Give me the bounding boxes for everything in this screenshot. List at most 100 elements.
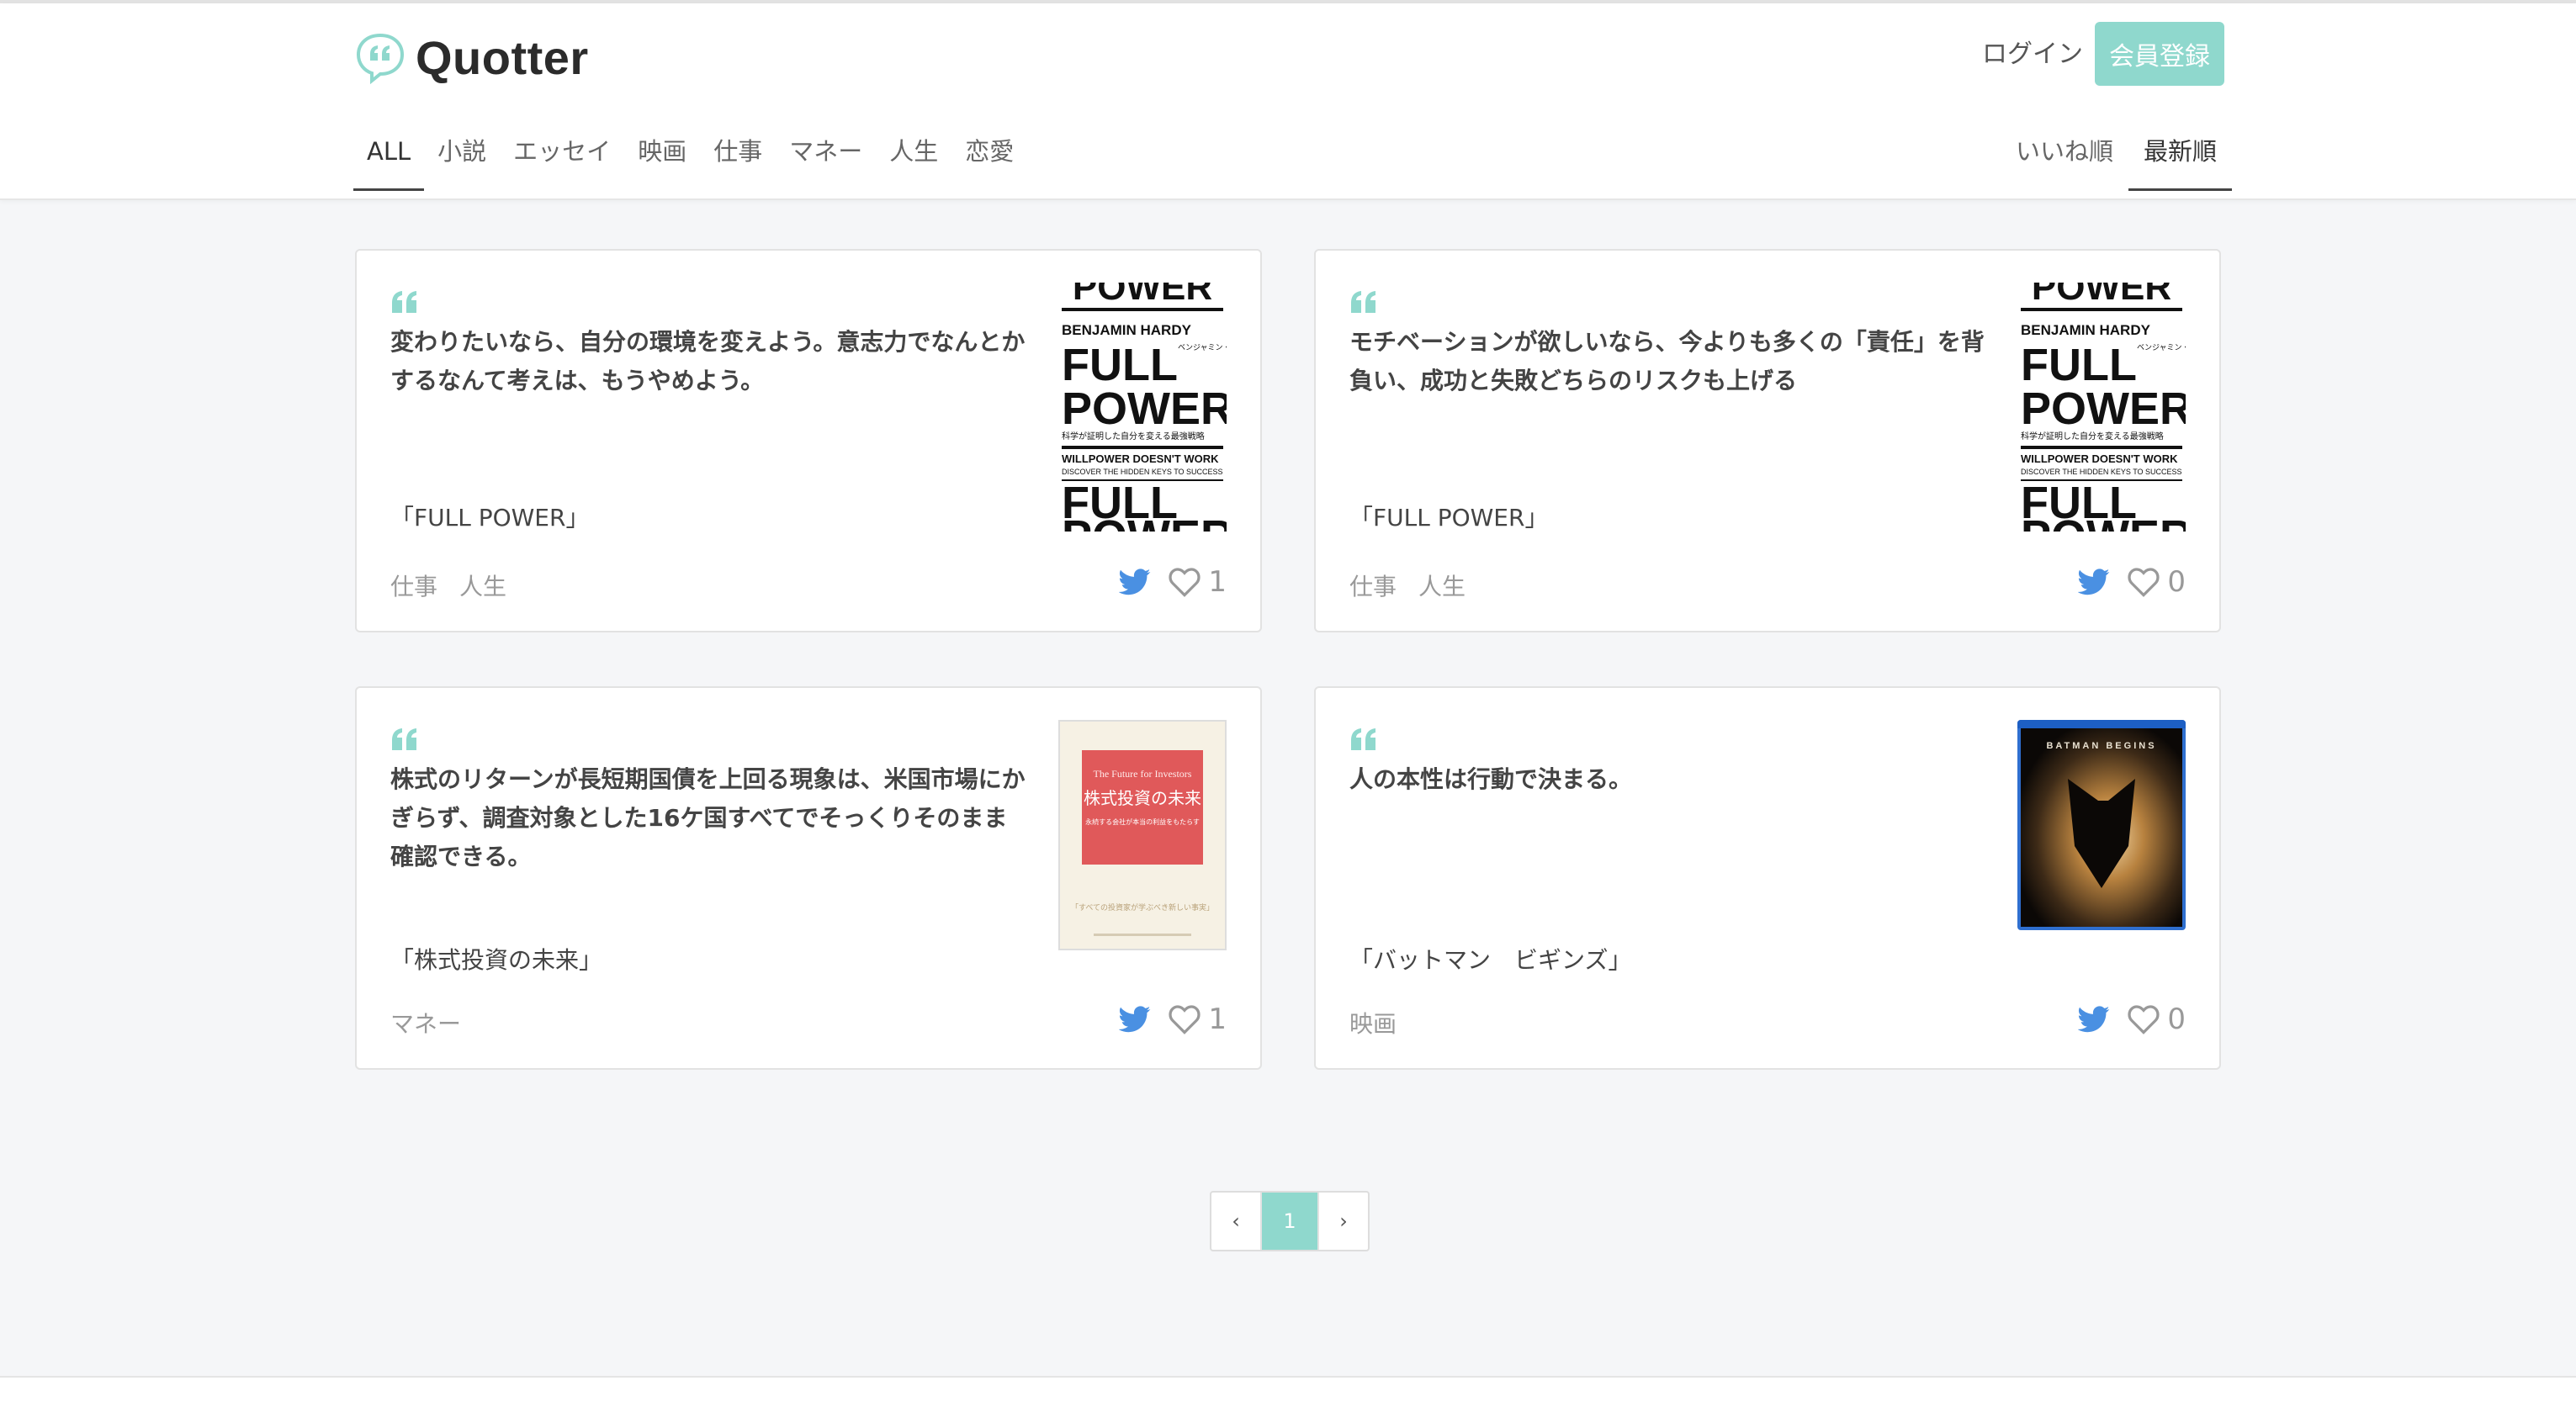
tab-movie[interactable]: 映画	[624, 124, 700, 188]
heart-icon	[2128, 1005, 2160, 1034]
tag-list: 仕事 人生	[1349, 569, 1466, 602]
heart-icon	[2128, 568, 2160, 597]
sort-by-latest[interactable]: 最新順	[2128, 124, 2233, 191]
book-cover[interactable]: BATMAN BEGINS	[2017, 720, 2186, 930]
cover-text: 科学が証明した自分を変える最強戦略	[2021, 431, 2164, 442]
tag[interactable]: 人生	[459, 569, 506, 602]
book-cover-image: The Future for Investors 株式投資の未来 永続する会社が…	[1060, 722, 1225, 949]
card-actions: 1	[1119, 1002, 1227, 1036]
cover-text: BATMAN BEGINS	[2046, 741, 2156, 751]
tag-list: 仕事 人生	[390, 569, 506, 602]
cover-text: The Future for Investors	[1094, 768, 1192, 780]
tab-novel[interactable]: 小説	[424, 124, 500, 188]
heart-icon	[1169, 568, 1201, 597]
book-title[interactable]: 「株式投資の未来」	[390, 942, 602, 976]
cover-text: POWER	[2021, 511, 2186, 532]
like-count: 0	[2167, 565, 2186, 599]
book-cover[interactable]: POWER BENJAMIN HARDY ベンジャミン・ハーディ FULL PO…	[2017, 283, 2186, 532]
book-title[interactable]: 「FULL POWER」	[1349, 500, 1548, 533]
brand-name: Quotter	[416, 30, 589, 84]
quote-mark-icon	[392, 728, 416, 750]
like-button[interactable]: 0	[2127, 565, 2186, 599]
twitter-icon[interactable]	[2078, 568, 2110, 596]
category-tabs: ALL 小説 エッセイ 映画 仕事 マネー 人生 恋愛	[353, 124, 1027, 192]
heart-icon	[1169, 1005, 1201, 1034]
cover-text: 株式投資の未来	[1084, 788, 1201, 808]
cover-text: POWER	[1062, 384, 1227, 434]
cover-text: 永続する会社が本当の利益をもたらす	[1085, 817, 1200, 826]
quote-text: モチベーションが欲しいなら、今よりも多くの「責任」を背負い、成功と失敗どちらのリ…	[1349, 328, 1985, 394]
cover-text: WILLPOWER DOESN'T WORK	[1062, 452, 1219, 465]
sort-tabs: いいね順 最新順	[2001, 124, 2233, 192]
footer	[0, 1376, 2576, 1423]
book-cover-image: POWER BENJAMIN HARDY ベンジャミン・ハーディ FULL PO…	[1058, 283, 1227, 532]
tag[interactable]: マネー	[390, 1006, 461, 1039]
like-count: 0	[2167, 1002, 2186, 1036]
tag-list: マネー	[390, 1006, 461, 1039]
movie-cover-image: BATMAN BEGINS	[2017, 720, 2186, 930]
quote-card[interactable]: モチベーションが欲しいなら、今よりも多くの「責任」を背負い、成功と失敗どちらのリ…	[1314, 249, 2221, 632]
quote-mark-icon	[1351, 291, 1375, 313]
quote-mark-icon	[392, 291, 416, 313]
twitter-icon[interactable]	[1119, 568, 1151, 596]
like-button[interactable]: 1	[1168, 565, 1227, 599]
tab-love[interactable]: 恋愛	[951, 124, 1027, 188]
cover-text: WILLPOWER DOESN'T WORK	[2021, 452, 2178, 465]
cover-text: DISCOVER THE HIDDEN KEYS TO SUCCESS	[2021, 468, 2182, 476]
quote-text: 人の本性は行動で決まる。	[1349, 765, 1633, 793]
login-link[interactable]: ログイン	[1982, 34, 2083, 76]
tag[interactable]: 人生	[1418, 569, 1466, 602]
card-actions: 0	[2078, 565, 2186, 599]
signup-button[interactable]: 会員登録	[2095, 22, 2224, 86]
tag[interactable]: 仕事	[1349, 569, 1397, 602]
book-cover[interactable]: The Future for Investors 株式投資の未来 永続する会社が…	[1058, 720, 1227, 950]
tab-all[interactable]: ALL	[353, 124, 425, 191]
quote-card[interactable]: 変わりたいなら、自分の環境を変えよう。意志力でなんとかするなんて考えは、もうやめ…	[355, 249, 1262, 632]
tab-work[interactable]: 仕事	[700, 124, 776, 188]
cover-text: FULL	[2021, 340, 2137, 390]
book-cover-image: POWER BENJAMIN HARDY ベンジャミン・ハーディ FULL PO…	[2017, 283, 2186, 532]
cover-text: BENJAMIN HARDY	[1062, 322, 1192, 338]
site-header: Quotter ログイン 会員登録 ALL 小説 エッセイ 映画 仕事 マネー …	[0, 3, 2576, 200]
cover-text: 「すべての投資家が学ぶべき新しい事実」	[1071, 902, 1214, 913]
quote-card[interactable]: 人の本性は行動で決まる。 「バットマン ビギンズ」 映画 0 BATMAN BE…	[1314, 686, 2221, 1070]
cover-text: POWER	[1073, 283, 1212, 308]
book-title[interactable]: 「バットマン ビギンズ」	[1349, 942, 1631, 976]
tab-essay[interactable]: エッセイ	[500, 124, 624, 188]
tab-life[interactable]: 人生	[876, 124, 951, 188]
cover-text: ベンジャミン・ハーディ	[2137, 342, 2186, 352]
tab-money[interactable]: マネー	[776, 124, 876, 188]
brand-logo[interactable]: Quotter	[353, 27, 589, 87]
quote-bubble-icon	[356, 33, 405, 84]
cover-text: POWER	[2032, 283, 2171, 308]
next-page-button[interactable]: ›	[1319, 1193, 1368, 1250]
card-actions: 1	[1119, 565, 1227, 599]
cover-text: POWER	[1062, 511, 1227, 532]
cover-text: BENJAMIN HARDY	[2021, 322, 2151, 338]
quote-text: 株式のリターンが長短期国債を上回る現象は、米国市場にかぎらず、調査対象とした16…	[390, 765, 1026, 870]
card-actions: 0	[2078, 1002, 2186, 1036]
cover-text: DISCOVER THE HIDDEN KEYS TO SUCCESS	[1062, 468, 1223, 476]
quote-card[interactable]: 株式のリターンが長短期国債を上回る現象は、米国市場にかぎらず、調査対象とした16…	[355, 686, 1262, 1070]
sort-by-likes[interactable]: いいね順	[2001, 124, 2128, 188]
quote-text: 変わりたいなら、自分の環境を変えよう。意志力でなんとかするなんて考えは、もうやめ…	[390, 328, 1026, 394]
page-number-current[interactable]: 1	[1262, 1193, 1319, 1250]
like-count: 1	[1208, 565, 1227, 599]
pagination: ‹ 1 ›	[1210, 1191, 1370, 1251]
cover-text: FULL	[1062, 340, 1178, 390]
like-count: 1	[1208, 1002, 1227, 1036]
cover-text: POWER	[2021, 384, 2186, 434]
prev-page-button[interactable]: ‹	[1211, 1193, 1262, 1250]
twitter-icon[interactable]	[2078, 1005, 2110, 1034]
twitter-icon[interactable]	[1119, 1005, 1151, 1034]
book-title[interactable]: 「FULL POWER」	[390, 500, 589, 533]
cover-text: 科学が証明した自分を変える最強戦略	[1062, 431, 1205, 442]
tag[interactable]: 仕事	[390, 569, 437, 602]
like-button[interactable]: 1	[1168, 1002, 1227, 1036]
cover-text: ベンジャミン・ハーディ	[1178, 342, 1227, 352]
like-button[interactable]: 0	[2127, 1002, 2186, 1036]
book-cover[interactable]: POWER BENJAMIN HARDY ベンジャミン・ハーディ FULL PO…	[1058, 283, 1227, 532]
quote-mark-icon	[1351, 728, 1375, 750]
tag[interactable]: 映画	[1349, 1006, 1397, 1039]
tag-list: 映画	[1349, 1006, 1397, 1039]
